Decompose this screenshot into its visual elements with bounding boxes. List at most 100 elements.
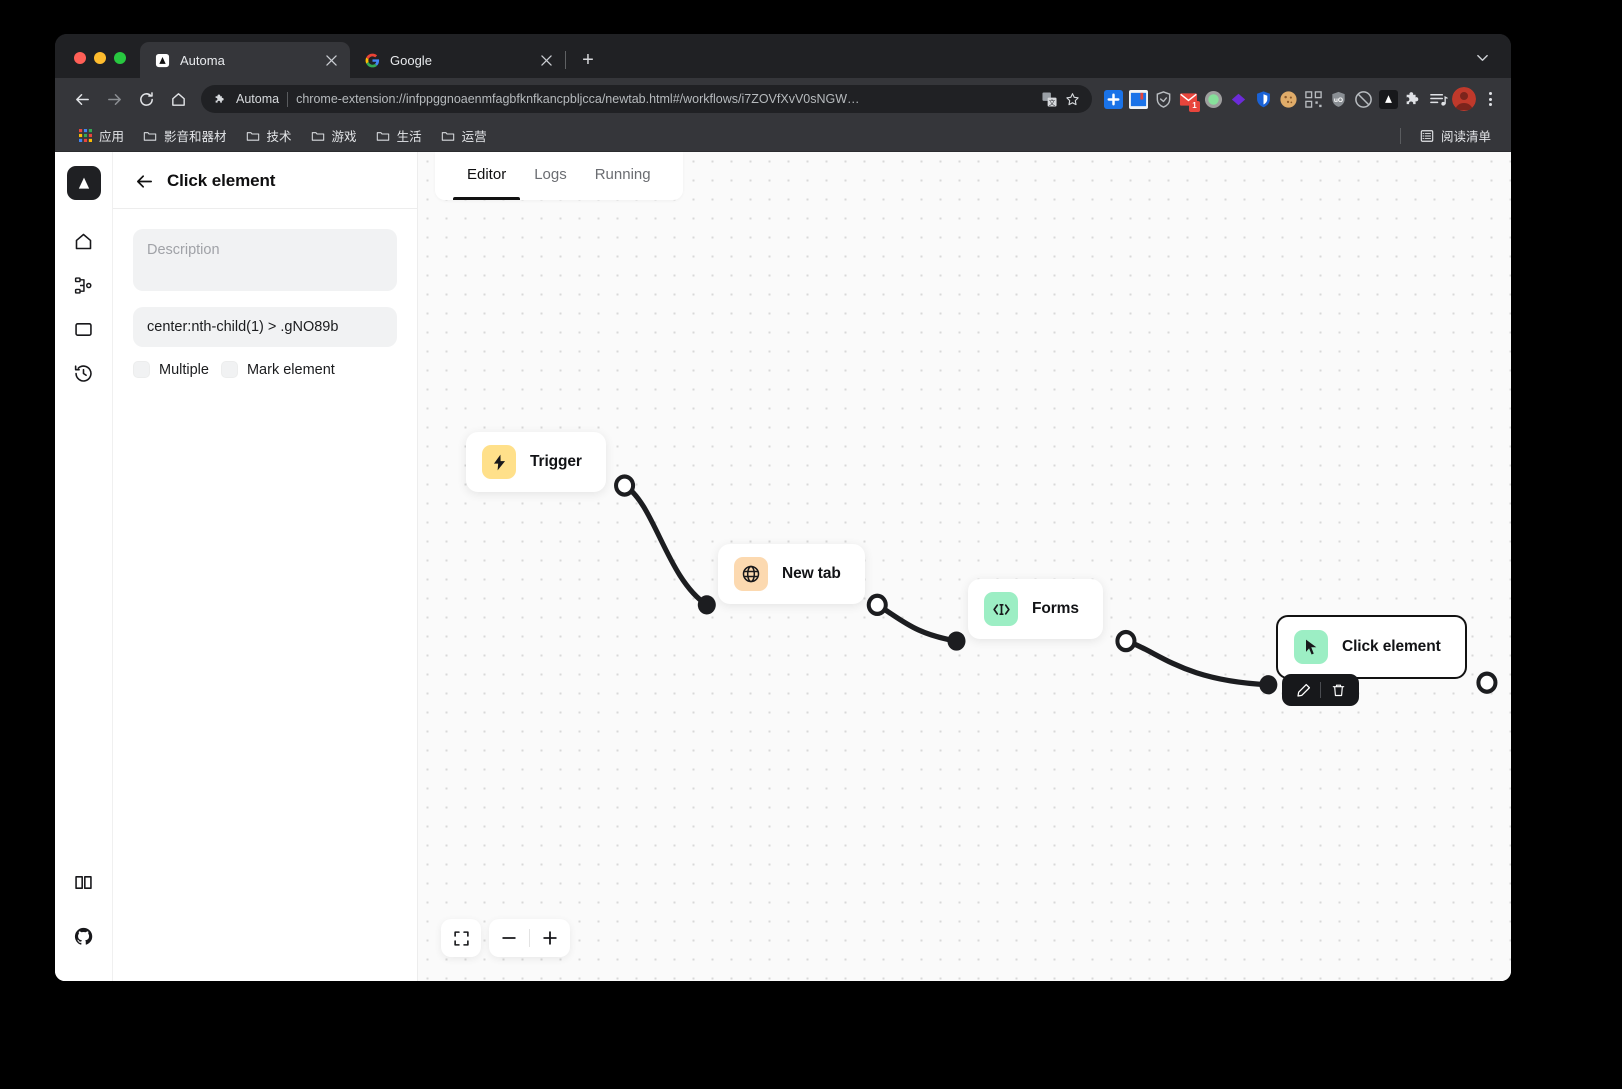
checkbox-multiple[interactable]: Multiple: [133, 361, 209, 378]
page-title: Click element: [167, 171, 276, 190]
avatar[interactable]: [1452, 87, 1476, 111]
close-icon[interactable]: [537, 51, 555, 69]
sidebar-item-storage[interactable]: [64, 310, 104, 354]
reload-icon[interactable]: [131, 84, 161, 114]
ublock-icon[interactable]: uO: [1327, 88, 1349, 110]
star-icon[interactable]: [1065, 92, 1080, 107]
checkbox-box[interactable]: [133, 361, 150, 378]
reading-list-button[interactable]: 阅读清单: [1411, 122, 1499, 149]
bookmark-apps[interactable]: 应用: [69, 122, 132, 149]
workflow-node-forms[interactable]: Forms: [968, 579, 1103, 639]
forward-arrow-icon[interactable]: [99, 84, 129, 114]
bookmark-label: 应用: [99, 130, 125, 144]
blue-plus-icon[interactable]: [1102, 88, 1124, 110]
cookie-icon[interactable]: [1277, 88, 1299, 110]
workflow-node-trigger[interactable]: Trigger: [466, 432, 606, 492]
checkbox-mark-element[interactable]: Mark element: [220, 361, 335, 378]
maximize-window-button[interactable]: [114, 52, 126, 64]
checkbox-box[interactable]: [220, 361, 238, 378]
translate-icon[interactable]: 文: [1042, 91, 1057, 107]
home-icon: [73, 231, 94, 257]
blocker-icon[interactable]: [1352, 88, 1374, 110]
omnibox-actions: 文: [1042, 91, 1080, 107]
bookmark-folder-4[interactable]: 生活: [367, 122, 430, 149]
panel-divider: [113, 208, 417, 209]
checkbox-label: Multiple: [159, 361, 209, 378]
mail-icon[interactable]: 1: [1177, 88, 1200, 112]
browser-tab-automa[interactable]: Automa: [140, 42, 350, 78]
shield-check-icon[interactable]: [1152, 88, 1174, 110]
browser-tab-google[interactable]: Google: [350, 42, 565, 78]
sidebar-item-logs[interactable]: [64, 354, 104, 398]
address-bar[interactable]: Automa chrome-extension://infppggnoaenmf…: [201, 85, 1092, 113]
puzzle-piece-icon[interactable]: [1402, 88, 1424, 110]
bookmark-label: 运营: [461, 130, 487, 144]
panel-header: Click element: [133, 170, 397, 208]
sidebar-item-github[interactable]: [64, 917, 104, 961]
checkbox-label: Mark element: [246, 361, 335, 378]
playlist-icon[interactable]: [1427, 88, 1449, 110]
bookmarks-bar: 应用 影音和器材 技术 游戏 生活 运营 阅读清单: [55, 120, 1511, 152]
selector-input[interactable]: center:nth-child(1) > .gNO89b: [133, 307, 397, 347]
blue-book-icon[interactable]: [1127, 88, 1149, 110]
close-icon[interactable]: [322, 51, 340, 69]
browser-tab-title: Google: [390, 52, 432, 68]
trash-icon[interactable]: [1321, 674, 1355, 706]
bookmark-folder-5[interactable]: 运营: [432, 122, 495, 149]
workflow-node-label: Click element: [1342, 638, 1441, 655]
workflow-node-label: New tab: [782, 565, 841, 582]
pencil-icon[interactable]: [1286, 674, 1320, 706]
book-icon: [73, 872, 94, 898]
omnibox-extension-name: Automa: [236, 92, 280, 106]
puzzle-piece-icon: [213, 92, 228, 107]
back-arrow-icon[interactable]: [133, 170, 155, 192]
home-icon[interactable]: [163, 84, 193, 114]
sidebar-item-workflows[interactable]: [64, 266, 104, 310]
bookmark-folder-3[interactable]: 游戏: [302, 122, 365, 149]
workflow-node-click-element[interactable]: Click element: [1276, 615, 1467, 679]
folder-icon: [245, 128, 261, 144]
code-cursor-icon: [984, 592, 1018, 626]
bookmark-folder-1[interactable]: 影音和器材: [134, 122, 235, 149]
blue-shield-icon[interactable]: [1252, 88, 1274, 110]
svg-text:uO: uO: [1333, 96, 1342, 103]
three-dot-menu-icon[interactable]: [1479, 88, 1501, 110]
fit-view-card: [441, 919, 481, 957]
description-input[interactable]: Description: [133, 229, 397, 291]
back-arrow-icon[interactable]: [67, 84, 97, 114]
chevron-down-icon[interactable]: [1467, 42, 1497, 72]
tab-strip: Automa Google +: [55, 34, 1511, 78]
folder-icon: [440, 128, 456, 144]
plus-icon[interactable]: [530, 919, 570, 957]
browser-window: Automa Google + Automa chrome-extension:…: [55, 34, 1511, 981]
minimize-window-button[interactable]: [94, 52, 106, 64]
svg-text:文: 文: [1049, 97, 1056, 106]
automa-icon: [154, 52, 170, 68]
workflow-node-new-tab[interactable]: New tab: [718, 544, 865, 604]
workflow-edges: [614, 474, 1498, 695]
options-row: Multiple Mark element: [133, 361, 397, 378]
bookmark-folder-2[interactable]: 技术: [237, 122, 300, 149]
github-icon: [73, 926, 94, 952]
bookmarks-divider: [1399, 127, 1401, 144]
green-circle-icon[interactable]: [1202, 88, 1224, 110]
qrcode-icon[interactable]: [1302, 88, 1324, 110]
bookmark-label: 生活: [396, 130, 422, 144]
close-window-button[interactable]: [74, 52, 86, 64]
automa-icon[interactable]: [1377, 88, 1399, 110]
node-action-toolbar: [1282, 674, 1359, 706]
new-tab-button[interactable]: +: [574, 46, 602, 74]
sidebar-item-dashboard[interactable]: [64, 222, 104, 266]
sidebar-item-docs[interactable]: [64, 863, 104, 907]
automa-logo-icon[interactable]: [66, 166, 101, 200]
workflow-canvas[interactable]: Editor Logs Running Trigger New tab Form…: [418, 152, 1511, 981]
workflow-node-label: Trigger: [530, 453, 582, 470]
block-settings-panel: Click element Description center:nth-chi…: [113, 152, 418, 981]
purple-diamond-icon[interactable]: [1227, 88, 1249, 110]
bookmark-label: 技术: [266, 130, 292, 144]
minus-icon[interactable]: [489, 919, 529, 957]
folder-icon: [375, 128, 391, 144]
expand-icon[interactable]: [441, 919, 481, 957]
window-controls: [55, 52, 140, 78]
reading-list-icon: [1419, 128, 1435, 144]
